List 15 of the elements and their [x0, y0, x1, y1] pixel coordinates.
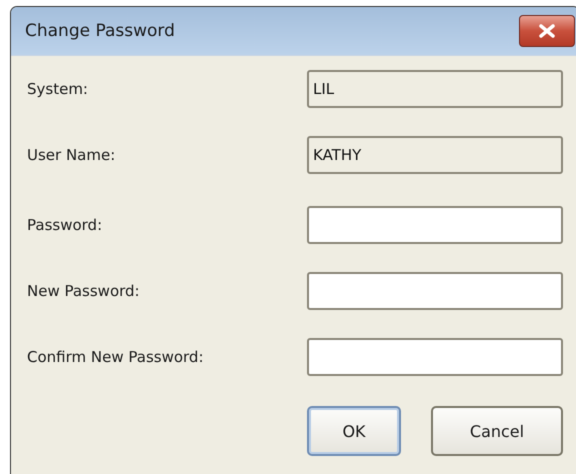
- field-label: User Name:: [27, 146, 116, 164]
- input-field[interactable]: [307, 338, 563, 376]
- field-label: Password:: [27, 216, 104, 234]
- cancel-button[interactable]: Cancel: [431, 406, 563, 456]
- close-icon: [536, 23, 558, 39]
- field-label: New Password:: [27, 282, 141, 300]
- close-button[interactable]: [519, 15, 575, 47]
- input-field[interactable]: [307, 272, 563, 310]
- input-field[interactable]: KATHY: [307, 136, 563, 174]
- ok-button[interactable]: OK: [307, 406, 401, 456]
- window-title: Change Password: [25, 21, 175, 41]
- input-field[interactable]: LIL: [307, 70, 563, 108]
- field-label: System:: [27, 80, 89, 98]
- field-label: Confirm New Password:: [27, 348, 204, 366]
- input-field[interactable]: [307, 206, 563, 244]
